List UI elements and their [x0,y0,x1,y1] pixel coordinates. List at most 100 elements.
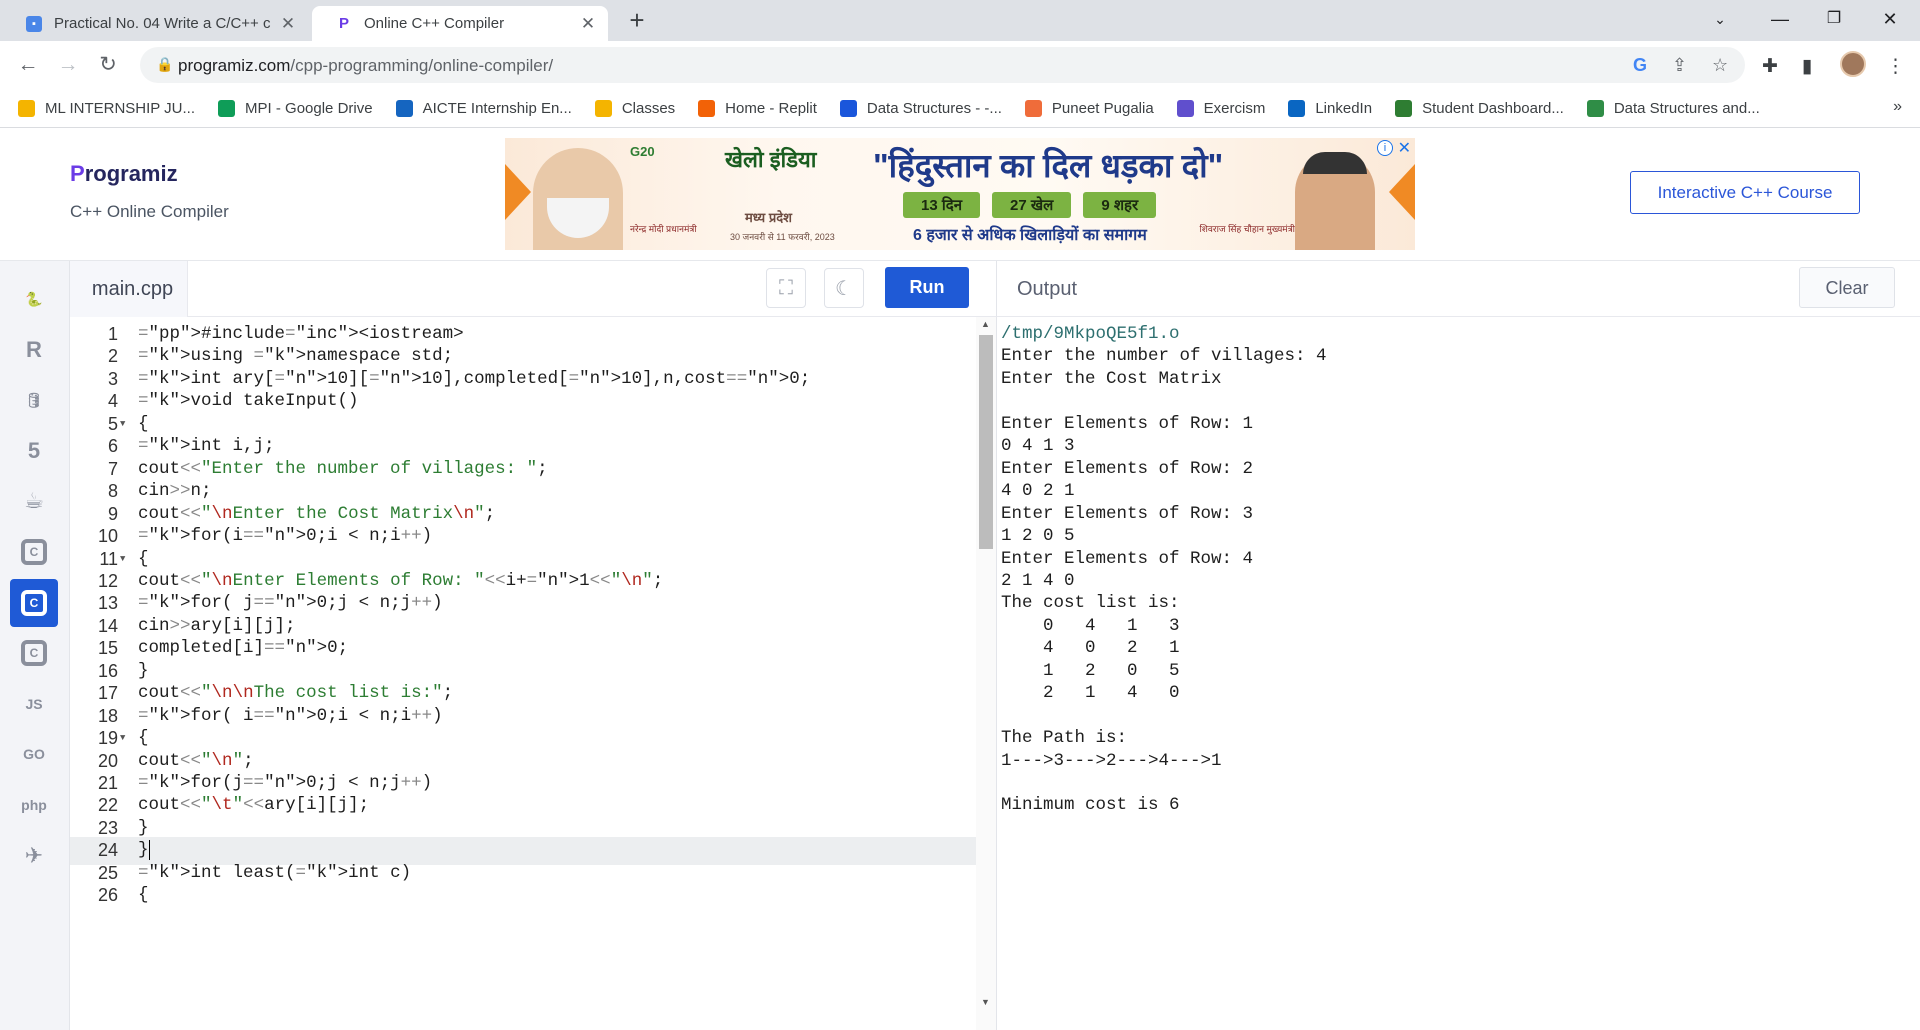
bookmark-item[interactable]: Home - Replit [698,99,817,117]
drive-icon [218,99,236,117]
line-number: 26 [97,885,118,906]
ad-caption-right: शिवराज सिंह चौहान मुख्यमंत्री [1199,224,1295,234]
swift-icon[interactable]: ✈ [10,832,58,880]
php-icon[interactable]: php [10,781,58,829]
scaler-icon [839,99,857,117]
rail-glyph: 5 [27,437,41,463]
page-subtitle: C++ Online Compiler [70,202,229,221]
bookmark-label: Student Dashboard... [1422,99,1564,117]
ad-portrait-right [1295,152,1375,250]
menu-kebab-icon[interactable]: ⋮ [1886,55,1905,78]
rail-glyph: ☕ [24,488,44,514]
share-icon[interactable]: ⇪ [1672,55,1687,76]
html5-icon[interactable]: 5 [10,427,58,475]
csharp-lang-icon[interactable]: C [10,629,58,677]
ad-tagline: 6 हजार से अधिक खिलाड़ियों का समागम [913,227,1147,244]
dashboard-icon [1395,99,1413,117]
bookmark-item[interactable]: Exercism [1176,99,1265,117]
editor-scrollbar[interactable]: ▲ ▼ [976,317,996,1030]
ad-g20-logo: G20 [630,144,655,159]
replit-icon [698,99,716,117]
tab-title: Practical No. 04 Write a C/C++ c [54,15,271,32]
programiz-logo[interactable]: Programiz [70,161,178,187]
forward-icon[interactable]: → [54,51,82,79]
gfg-icon [1586,99,1604,117]
browser-tab-online-compiler[interactable]: P Online C++ Compiler ✕ [312,6,608,41]
bookmark-item[interactable]: LinkedIn [1288,99,1372,117]
fullscreen-icon[interactable]: ⛶ [766,268,806,308]
advertisement-banner[interactable]: G20 नरेन्द्र मोदी प्रधानमंत्री खेलो इंडि… [505,138,1415,250]
bookmark-item[interactable]: Classes [594,99,675,117]
scroll-up-arrow-icon[interactable]: ▲ [981,319,990,329]
new-tab-button[interactable]: + [622,6,652,36]
ad-pill: 27 खेल [992,192,1072,218]
bookmark-label: MPI - Google Drive [245,99,373,117]
sql-database-icon[interactable]: 🛢 [10,376,58,424]
bookmark-label: Data Structures - -... [866,99,1002,117]
bookmark-star-icon[interactable]: ☆ [1712,55,1728,76]
restore-icon[interactable]: ❐ [1806,0,1862,41]
site-header: Programiz C++ Online Compiler G20 नरेन्द… [0,128,1920,261]
ad-portrait-left [533,148,623,250]
url-text[interactable]: programiz.com/cpp-programming/online-com… [178,56,553,76]
java-icon[interactable]: ☕ [10,477,58,525]
rail-glyph: C [21,640,47,667]
editor-header: main.cpp ⛶ ☾ Run [70,261,996,317]
reload-icon[interactable]: ↻ [94,51,122,79]
code-editor[interactable]: 1 ="pp">#include="inc"><iostream> 2 ="k">us… [70,317,976,1030]
bookmark-item[interactable]: Student Dashboard... [1395,99,1564,117]
side-panel-icon[interactable]: ▮ [1802,55,1812,78]
bookmark-item[interactable]: ML INTERNSHIP JU... [18,99,195,117]
ad-info-icon[interactable]: i [1377,140,1393,156]
ad-pill: 13 दिन [903,192,981,218]
bookmark-item[interactable]: AICTE Internship En... [395,99,572,117]
bookmark-label: Home - Replit [725,99,817,117]
output-console[interactable]: /tmp/9MkpoQE5f1.o Enter the number of vil… [996,317,1920,1030]
bookmark-item[interactable]: Data Structures and... [1586,99,1760,117]
code-text: { [138,885,149,906]
profile-p-icon [1024,99,1042,117]
bookmark-label: Puneet Pugalia [1051,99,1154,117]
close-tab-icon[interactable]: ✕ [578,14,598,34]
browser-toolbar: ← → ↻ 🔒 programiz.com/cpp-programming/on… [0,41,1920,89]
dark-mode-moon-icon[interactable]: ☾ [824,268,864,308]
back-icon[interactable]: ← [14,51,42,79]
minimize-icon[interactable]: — [1752,0,1808,41]
programiz-icon: P [336,15,352,32]
r-lang-icon[interactable]: R [10,326,58,374]
rail-glyph: JS [25,695,43,712]
interactive-course-button[interactable]: Interactive C++ Course [1630,171,1860,214]
ad-close-icon[interactable]: ✕ [1398,138,1411,158]
address-bar[interactable]: 🔒 programiz.com/cpp-programming/online-c… [140,47,1745,83]
ad-arrow-left [505,164,531,220]
rail-glyph: ✈ [24,842,44,868]
bookmark-item[interactable]: MPI - Google Drive [218,99,373,117]
browser-tab-practical[interactable]: ▪ Practical No. 04 Write a C/C++ c ✕ [2,6,308,41]
exercism-icon [1176,99,1194,117]
bookmarks-overflow-icon[interactable]: » [1893,98,1902,116]
ad-pill: 9 शहर [1083,192,1157,218]
output-line: 1--->3--->2--->4--->1 [1001,750,1222,771]
python-icon[interactable]: 🐍 [10,275,58,323]
lock-icon: 🔒 [156,56,174,72]
bookmark-item[interactable]: Data Structures - -... [839,99,1002,117]
profile-avatar[interactable] [1840,51,1866,77]
bookmark-item[interactable]: Puneet Pugalia [1024,99,1154,117]
scroll-down-arrow-icon[interactable]: ▼ [981,997,990,1007]
file-tab-main-cpp[interactable]: main.cpp [70,261,188,317]
close-tab-icon[interactable]: ✕ [278,14,298,34]
c-lang-icon[interactable]: C [10,528,58,576]
code-line[interactable]: 26 { [70,882,976,910]
cpp-lang-icon[interactable]: C [10,578,58,627]
extensions-icon[interactable]: ✚ [1762,55,1778,78]
run-button[interactable]: Run [885,267,969,308]
go-lang-icon[interactable]: GO [10,730,58,778]
scrollbar-thumb[interactable] [979,335,993,549]
language-sidebar: 🐍 R 🛢 5 ☕ C C C JS GO php ✈ [0,261,70,1030]
javascript-icon[interactable]: JS [10,680,58,728]
tab-search-icon[interactable]: ⌄ [1692,0,1748,41]
clear-button[interactable]: Clear [1799,267,1895,308]
ad-khelo-india-logo: खेलो इंडिया [725,147,817,172]
google-lens-icon[interactable]: G [1633,55,1647,76]
close-window-icon[interactable]: ✕ [1862,0,1918,41]
